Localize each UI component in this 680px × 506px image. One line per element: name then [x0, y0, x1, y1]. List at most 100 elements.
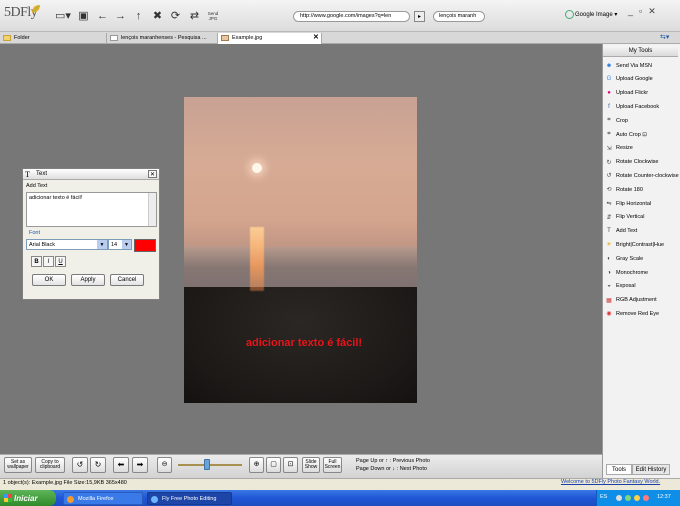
up-icon[interactable]: ↑: [131, 8, 146, 23]
photo-sun-reflection: [250, 227, 264, 291]
close-icon[interactable]: ✕: [148, 170, 157, 178]
full-screen-button[interactable]: Full Screen: [323, 457, 342, 473]
rotate-ccw-icon: ↺: [606, 173, 612, 180]
tool-item[interactable]: ◑ Monochrome: [605, 266, 679, 279]
next-icon[interactable]: ➡: [132, 457, 148, 473]
back-icon[interactable]: ←: [95, 8, 110, 23]
tool-item[interactable]: ● Upload Flickr: [605, 87, 679, 100]
tool-item[interactable]: ⇋ Flip Horizontal: [605, 197, 679, 210]
tray-icon[interactable]: [643, 495, 649, 501]
task-fly-free[interactable]: Fly Free Photo Editing: [147, 492, 232, 505]
set-wallpaper-button[interactable]: Set as wallpaper: [4, 457, 32, 473]
tray-icon[interactable]: [616, 495, 622, 501]
save-icon[interactable]: ▣: [76, 8, 91, 23]
tool-item[interactable]: ☀ Bright|Contrast|Hue: [605, 238, 679, 251]
text-scrollbar[interactable]: [148, 193, 156, 226]
previous-icon[interactable]: ⬅: [113, 457, 129, 473]
tool-item[interactable]: ⟲ Rotate 180: [605, 183, 679, 196]
copy-clipboard-button[interactable]: Copy to clipboard: [35, 457, 65, 473]
tab-search[interactable]: lençois maranhenses - Pesquisa ...: [107, 33, 218, 44]
underline-button[interactable]: U: [55, 256, 66, 267]
search-engine-select[interactable]: Google Image ▾: [564, 11, 617, 18]
tool-item[interactable]: ◉ Remove Red Eye: [605, 307, 679, 320]
rotate-180-icon: ⟲: [606, 187, 612, 194]
tool-item[interactable]: T Add Text: [605, 225, 679, 238]
swap-icon[interactable]: ⇄: [187, 8, 202, 23]
brightness-icon: ☀: [606, 242, 612, 249]
tool-item[interactable]: ⇲ Resize: [605, 142, 679, 155]
rotate-ccw-icon[interactable]: ↺: [72, 457, 88, 473]
bold-button[interactable]: B: [31, 256, 42, 267]
refresh-icon[interactable]: ⟳: [168, 8, 183, 23]
flip-h-icon: ⇋: [606, 201, 612, 207]
zoom-slider-track[interactable]: [178, 464, 242, 466]
tool-item[interactable]: ↻ Rotate Clockwise: [605, 156, 679, 169]
window-controls[interactable]: _▫✕: [628, 6, 662, 17]
chevron-down-icon[interactable]: ▼: [97, 240, 107, 249]
tool-item[interactable]: ⌗ Auto Crop ⊡: [605, 128, 679, 141]
zoom-in-icon[interactable]: ⊕: [249, 457, 264, 473]
forward-icon[interactable]: →: [113, 8, 128, 23]
tool-label: Remove Red Eye: [616, 310, 660, 317]
facebook-icon: f: [608, 103, 610, 110]
fit-window-icon[interactable]: ▢: [266, 457, 281, 473]
search-query-input[interactable]: lençois maranh: [433, 11, 485, 22]
app-icon: [151, 496, 158, 503]
tray-icon[interactable]: [625, 495, 631, 501]
tab-tools[interactable]: Tools: [606, 464, 632, 475]
status-text: 1 object(s): Example.jpg File Size:15,9K…: [3, 480, 127, 486]
tab-folder[interactable]: Folder: [0, 33, 107, 44]
language-indicator[interactable]: ES: [600, 494, 607, 500]
text-dialog: Text T ✕ Add Text adicionar texto é fáci…: [22, 168, 160, 300]
tab-example[interactable]: Example.jpg: [218, 33, 322, 44]
font-label: Font: [29, 230, 41, 236]
tool-item[interactable]: ☻ Send Via MSN: [605, 59, 679, 72]
zoom-out-icon[interactable]: ⊖: [157, 457, 172, 473]
photo-caption-text[interactable]: adicionar texto é fácil!: [224, 337, 384, 349]
color-swatch[interactable]: [134, 239, 156, 252]
url-input[interactable]: http://www.google.com/images?q=len: [293, 11, 410, 22]
msn-icon: ☻: [605, 62, 613, 69]
italic-button[interactable]: I: [43, 256, 54, 267]
tool-item[interactable]: G Upload Google: [605, 73, 679, 86]
tab-menu-icon[interactable]: ⇆▾: [660, 33, 669, 41]
delete-icon[interactable]: ✖: [150, 8, 165, 23]
tool-item[interactable]: ⇵ Flip Vertical: [605, 211, 679, 224]
close-tab-icon[interactable]: ✕: [313, 33, 319, 41]
tools-panel-title: My Tools: [603, 46, 678, 57]
cancel-button[interactable]: Cancel: [110, 274, 144, 286]
leaf-icon: [32, 5, 40, 13]
send-jpg-button[interactable]: Send JPG: [205, 8, 221, 23]
font-family-select[interactable]: Arial Black: [26, 239, 108, 250]
tool-label: Flip Horizontal: [616, 200, 652, 207]
chevron-down-icon[interactable]: ▼: [122, 240, 131, 249]
tool-item[interactable]: ▦ RGB Adjustment: [605, 294, 679, 307]
tool-label: Upload Google: [616, 76, 653, 83]
ok-button[interactable]: OK: [32, 274, 66, 286]
tool-item[interactable]: ◒ Exposal: [605, 280, 679, 293]
photo-sea: [184, 247, 417, 292]
display-icon[interactable]: ▭▾: [53, 8, 73, 23]
actual-size-icon[interactable]: ⊡: [283, 457, 298, 473]
hint-previous: Page Up or ↑ : Previous Photo: [356, 458, 430, 464]
task-firefox[interactable]: Mozilla Firefox: [63, 492, 143, 505]
tool-label: Auto Crop ⊡: [616, 131, 647, 138]
tool-item[interactable]: ↺ Rotate Counter-clockwise: [605, 169, 679, 182]
tool-item[interactable]: f Upload Facebook: [605, 100, 679, 113]
tool-label: Bright|Contrast|Hue: [616, 241, 665, 248]
welcome-link[interactable]: Welcome to 5DFly Photo Fantasy World.: [561, 479, 660, 485]
go-button[interactable]: ▸: [414, 11, 425, 22]
tab-edit-history[interactable]: Edit History: [632, 464, 670, 475]
tray-icon[interactable]: [634, 495, 640, 501]
photo[interactable]: adicionar texto é fácil!: [184, 97, 417, 403]
apply-button[interactable]: Apply: [71, 274, 105, 286]
text-input[interactable]: adicionar texto é fácil!: [26, 192, 157, 227]
tool-item[interactable]: ◐ Gray Scale: [605, 252, 679, 265]
tool-label: Monochrome: [616, 269, 649, 276]
crop-icon: ⌗: [607, 117, 611, 124]
tool-label: Add Text: [616, 228, 638, 235]
slide-show-button[interactable]: Slide Show: [302, 457, 320, 473]
tool-item[interactable]: ⌗ Crop: [605, 114, 679, 127]
zoom-slider-thumb[interactable]: [203, 459, 210, 470]
rotate-cw-icon[interactable]: ↻: [90, 457, 106, 473]
